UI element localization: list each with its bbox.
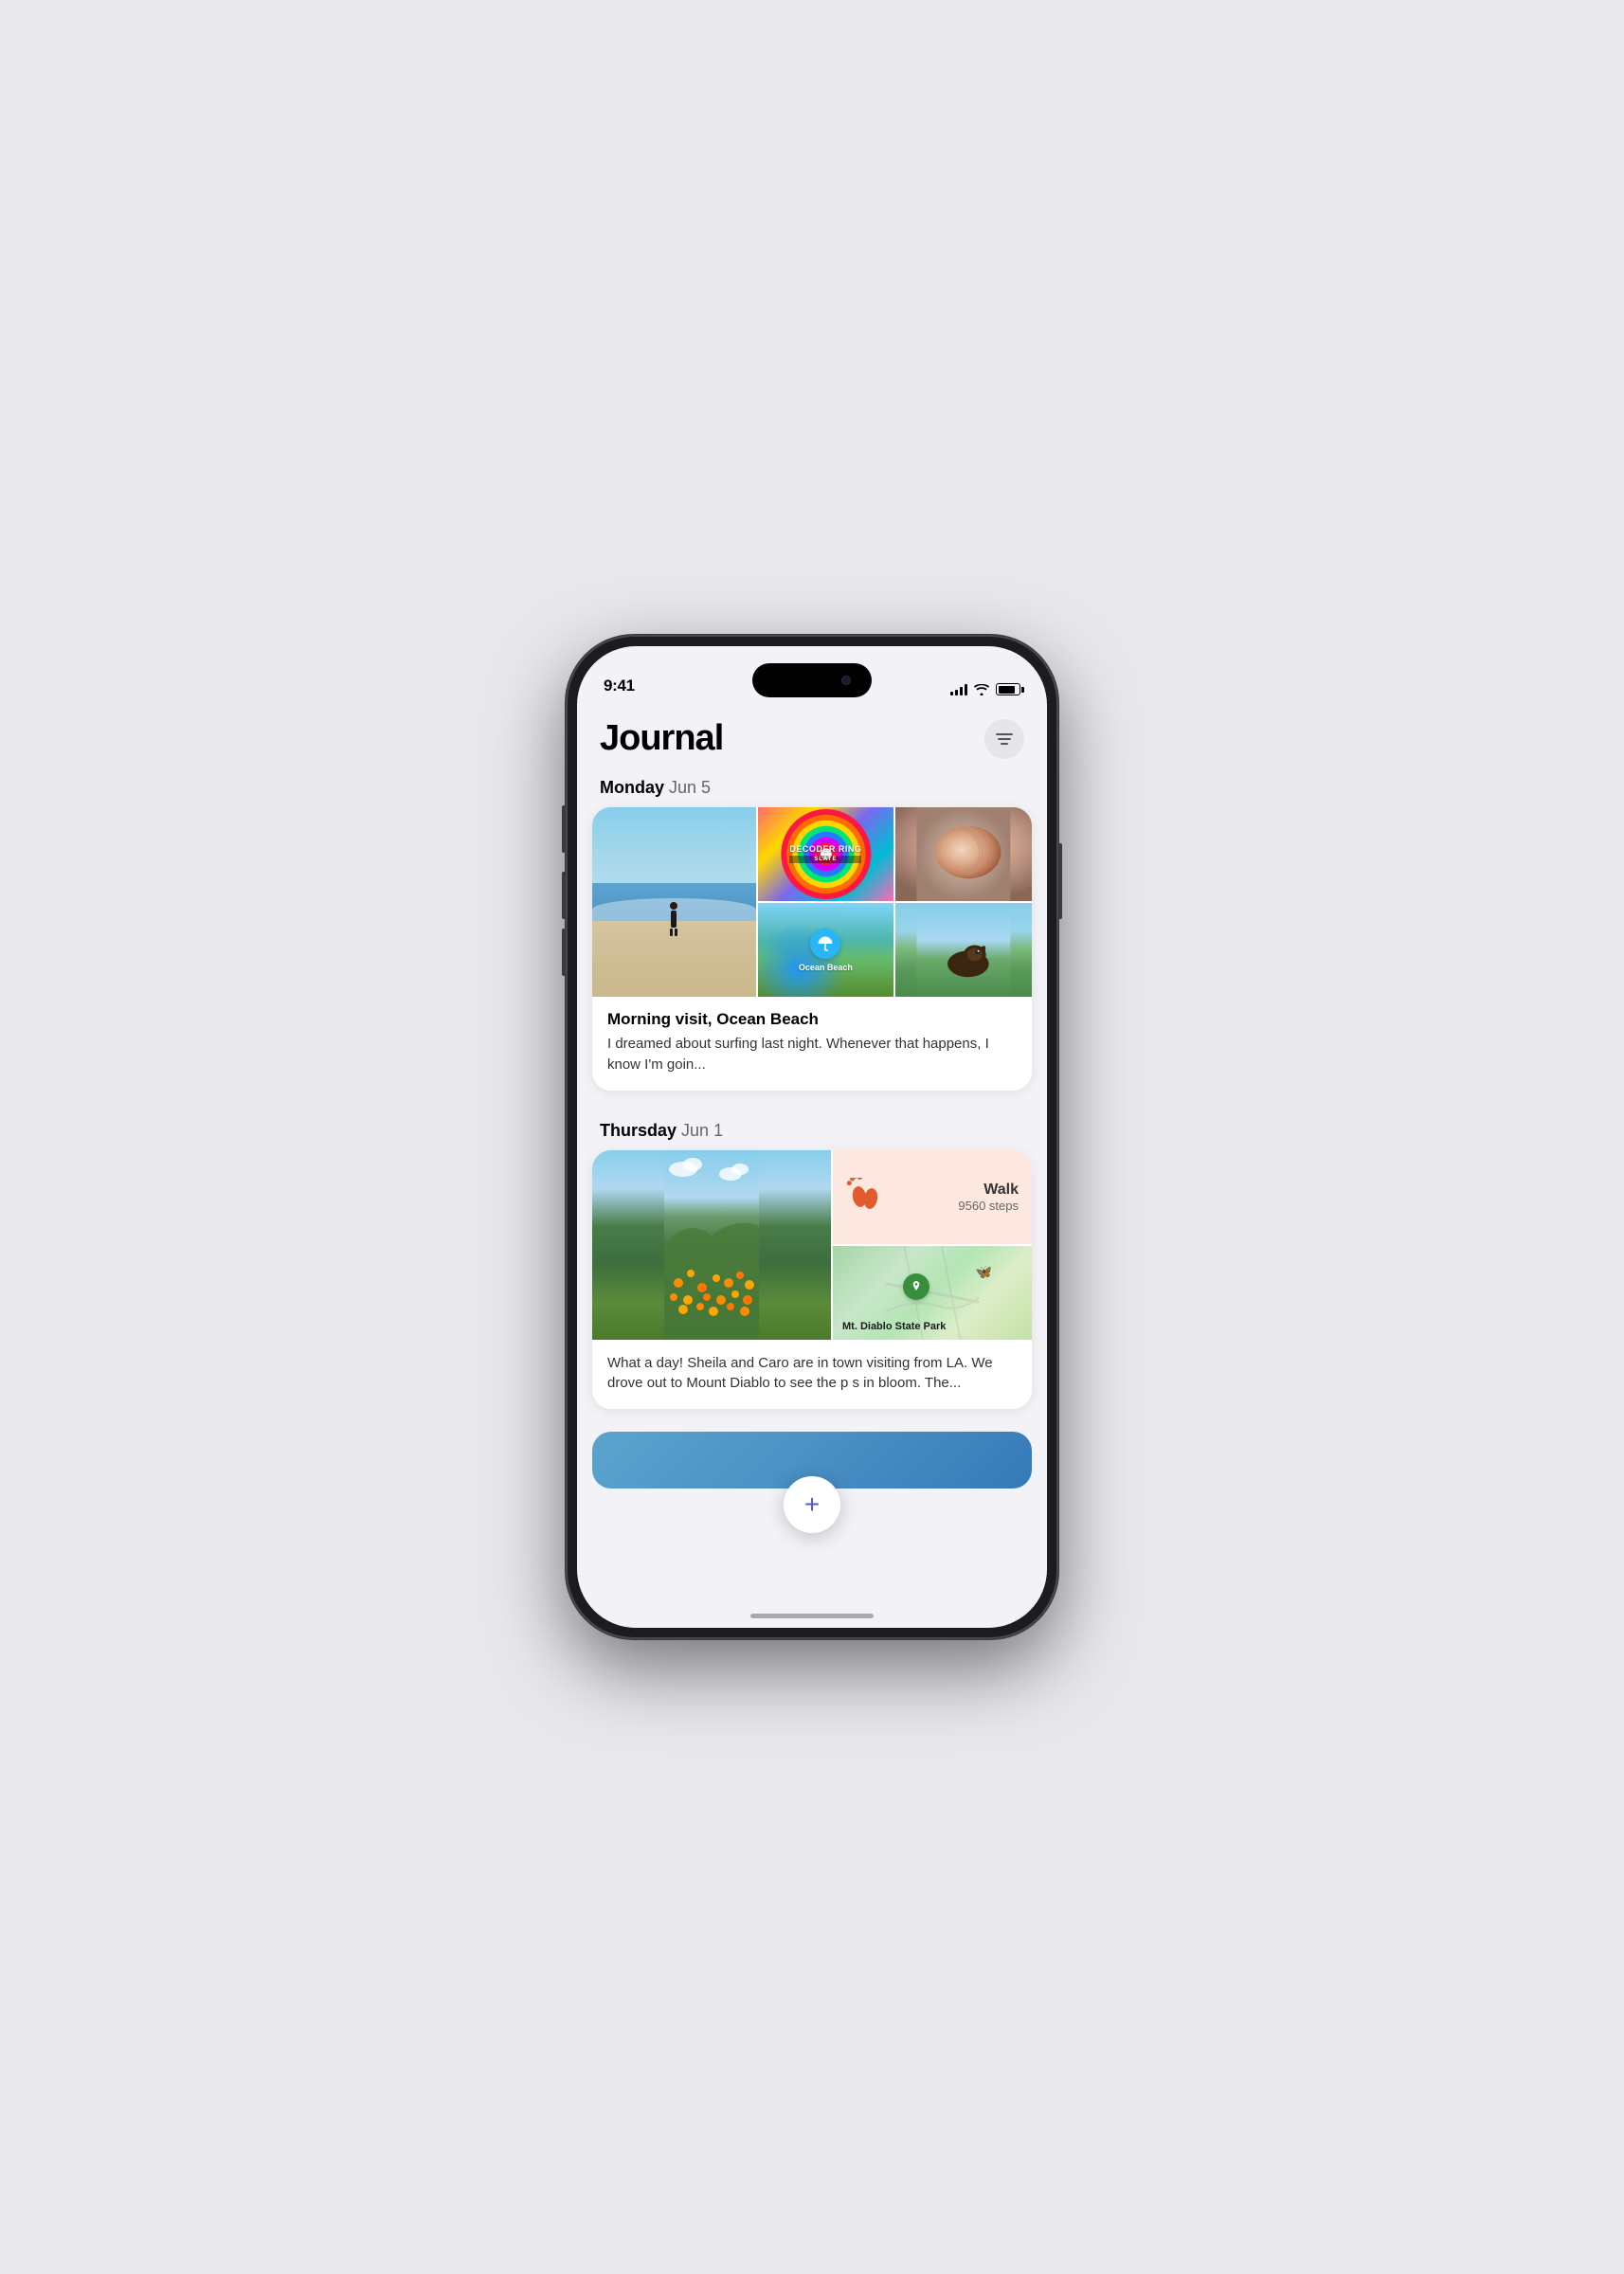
signal-bars-icon xyxy=(950,683,967,695)
person-leg-left xyxy=(670,929,673,936)
umbrella-icon xyxy=(817,935,834,952)
beach-scene xyxy=(592,807,756,997)
app-content: Journal Monday Jun 5 xyxy=(577,703,1047,1579)
walk-info: Walk 9560 steps xyxy=(958,1182,1019,1213)
date-section-1: Monday Jun 5 xyxy=(577,770,1047,807)
footprint-icon xyxy=(846,1178,884,1216)
beach-photo xyxy=(592,807,756,997)
status-time: 9:41 xyxy=(604,677,635,695)
person-head xyxy=(670,902,677,910)
decoder-ring-title: DECODER RING xyxy=(789,845,861,855)
walk-tile: Walk 9560 steps xyxy=(833,1150,1032,1244)
date-num-1: Jun 5 xyxy=(669,778,711,797)
phone-frame: 9:41 Journal xyxy=(566,635,1058,1639)
image-grid-2: Walk 9560 steps xyxy=(592,1150,1032,1340)
date-label-1: Monday Jun 5 xyxy=(600,778,711,797)
add-entry-button[interactable]: + xyxy=(784,1476,840,1533)
filter-icon xyxy=(995,730,1014,749)
ocean-beach-icon xyxy=(810,929,840,959)
shell-tile xyxy=(895,807,1032,901)
wifi-icon xyxy=(974,684,989,695)
battery-fill xyxy=(999,686,1016,694)
date-day-2: Thursday xyxy=(600,1121,677,1140)
flowers-photo xyxy=(592,1150,831,1340)
walk-steps: 9560 steps xyxy=(958,1199,1019,1213)
card-text-1: Morning visit, Ocean Beach I dreamed abo… xyxy=(592,997,1032,1091)
journal-card-1[interactable]: DECODER RING SLATE xyxy=(592,807,1032,1091)
dog-scene xyxy=(895,903,1032,997)
journal-card-2[interactable]: Walk 9560 steps xyxy=(592,1150,1032,1410)
map-pin-icon xyxy=(909,1279,924,1294)
status-icons xyxy=(950,683,1020,695)
camera-dot xyxy=(841,676,851,685)
ocean-beach-label: Ocean Beach xyxy=(799,963,853,972)
decoder-ring-subtitle: SLATE xyxy=(789,856,861,863)
decoder-ring-text: DECODER RING SLATE xyxy=(789,845,861,864)
date-label-2: Thursday Jun 1 xyxy=(600,1121,723,1140)
shell-visual xyxy=(895,807,1032,901)
image-grid-1: DECODER RING SLATE xyxy=(592,807,1032,997)
plus-icon: + xyxy=(804,1491,820,1518)
dog-svg xyxy=(895,903,1032,997)
map-label: Mt. Diablo State Park xyxy=(842,1321,946,1332)
butterfly-icon: 🦋 xyxy=(976,1264,992,1280)
flowers-svg xyxy=(592,1150,831,1340)
map-pin xyxy=(903,1273,929,1300)
home-indicator xyxy=(750,1614,874,1618)
map-tile: 🦋 Mt. Diablo State Park xyxy=(833,1246,1032,1340)
filter-button[interactable] xyxy=(984,719,1024,759)
person-legs xyxy=(668,929,679,936)
walk-label: Walk xyxy=(958,1182,1019,1199)
dog-tile xyxy=(895,903,1032,997)
date-section-2: Thursday Jun 1 xyxy=(577,1113,1047,1150)
date-num-2: Jun 1 xyxy=(681,1121,723,1140)
phone-screen: 9:41 Journal xyxy=(577,646,1047,1628)
card-title-1: Morning visit, Ocean Beach xyxy=(607,1010,1017,1029)
app-title: Journal xyxy=(600,718,723,759)
beach-person xyxy=(668,902,679,930)
card-body-1: I dreamed about surfing last night. When… xyxy=(607,1034,1017,1075)
flowers-scene xyxy=(592,1150,831,1340)
person-body xyxy=(671,911,677,928)
app-header: Journal xyxy=(577,703,1047,770)
date-day-1: Monday xyxy=(600,778,664,797)
decoder-ring-tile: DECODER RING SLATE xyxy=(758,807,894,901)
shell-svg xyxy=(895,807,1032,901)
card-body-2: What a day! Sheila and Caro are in town … xyxy=(607,1353,1017,1395)
person-leg-right xyxy=(675,929,677,936)
card-text-2: What a day! Sheila and Caro are in town … xyxy=(592,1340,1032,1410)
ocean-beach-tile: Ocean Beach xyxy=(758,903,894,997)
dynamic-island xyxy=(752,663,872,697)
battery-icon xyxy=(996,683,1020,695)
